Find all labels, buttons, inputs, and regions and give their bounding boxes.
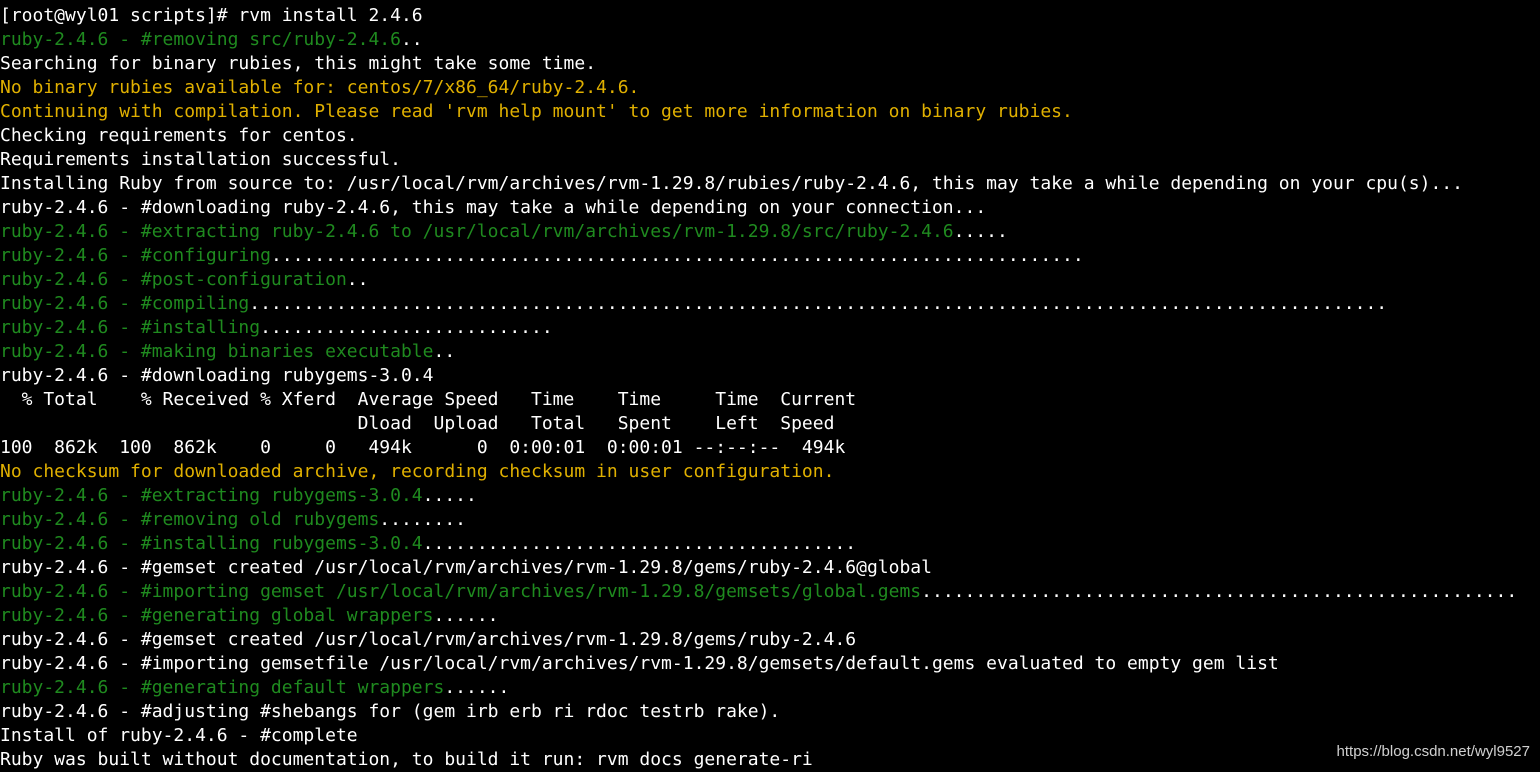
terminal-text-segment: Dload Upload Total Spent Left Speed <box>0 413 835 434</box>
terminal-text-segment: ...... <box>444 677 510 698</box>
terminal-line: ruby-2.4.6 - #making binaries executable… <box>0 340 1540 364</box>
terminal-text-segment: ruby-2.4.6 - #downloading rubygems-3.0.4 <box>0 365 434 386</box>
terminal-line: No checksum for downloaded archive, reco… <box>0 460 1540 484</box>
terminal-line: ruby-2.4.6 - #adjusting #shebangs for (g… <box>0 700 1540 724</box>
terminal-text-segment: ruby-2.4.6 - #extracting rubygems-3.0.4 <box>0 485 423 506</box>
terminal-text-segment: .. <box>346 269 369 290</box>
terminal-text-segment: ruby-2.4.6 - #post-configuration <box>0 269 347 290</box>
terminal-text-segment: Installing Ruby from source to: /usr/loc… <box>0 173 1463 194</box>
terminal-line: % Total % Received % Xferd Average Speed… <box>0 388 1540 412</box>
terminal-line: 100 862k 100 862k 0 0 494k 0 0:00:01 0:0… <box>0 436 1540 460</box>
terminal-line: No binary rubies available for: centos/7… <box>0 76 1540 100</box>
terminal-text-segment: ........ <box>379 509 466 530</box>
terminal-text-segment: ..... <box>422 485 477 506</box>
terminal-line: ruby-2.4.6 - #generating default wrapper… <box>0 676 1540 700</box>
terminal-text-segment: ruby-2.4.6 - #installing <box>0 317 261 338</box>
terminal-text-segment: [root@wyl01 scripts]# rvm install 2.4.6 <box>0 5 423 26</box>
terminal-line: Checking requirements for centos. <box>0 124 1540 148</box>
terminal-line: ruby-2.4.6 - #removing old rubygems.....… <box>0 508 1540 532</box>
terminal-line: ruby-2.4.6 - #importing gemset /usr/loca… <box>0 580 1540 604</box>
terminal-text-segment: ruby-2.4.6 - #extracting ruby-2.4.6 to /… <box>0 221 954 242</box>
terminal-text-segment: ...... <box>433 605 499 626</box>
terminal-text-segment: % Total % Received % Xferd Average Speed… <box>0 389 857 410</box>
terminal-text-segment: ruby-2.4.6 - #compiling <box>0 293 250 314</box>
terminal-text-segment: Searching for binary rubies, this might … <box>0 53 597 74</box>
terminal-line: Continuing with compilation. Please read… <box>0 100 1540 124</box>
terminal-line: ruby-2.4.6 - #post-configuration.. <box>0 268 1540 292</box>
terminal-text-segment: ruby-2.4.6 - #configuring <box>0 245 271 266</box>
terminal-line: Requirements installation successful. <box>0 148 1540 172</box>
terminal-text-segment: ........................................… <box>249 293 1388 314</box>
terminal-text-segment: Checking requirements for centos. <box>0 125 358 146</box>
terminal-text-segment: No binary rubies available for: centos/7… <box>0 77 640 98</box>
terminal-line: [root@wyl01 scripts]# rvm install 2.4.6 <box>0 4 1540 28</box>
watermark-text: https://blog.csdn.net/wyl9527 <box>1336 743 1530 760</box>
terminal-text-segment: Requirements installation successful. <box>0 149 401 170</box>
terminal-line: ruby-2.4.6 - #gemset created /usr/local/… <box>0 628 1540 652</box>
terminal-text-segment: ruby-2.4.6 - #removing src/ruby-2.4.6 <box>0 29 401 50</box>
terminal-text-segment: ..... <box>953 221 1008 242</box>
terminal-line: ruby-2.4.6 - #downloading ruby-2.4.6, th… <box>0 196 1540 220</box>
terminal-text-segment: ruby-2.4.6 - #installing rubygems-3.0.4 <box>0 533 423 554</box>
terminal-text-segment: ruby-2.4.6 - #gemset created /usr/local/… <box>0 557 932 578</box>
terminal-line: ruby-2.4.6 - #generating global wrappers… <box>0 604 1540 628</box>
terminal-text-segment: ........................................ <box>422 533 857 554</box>
terminal-text-segment: Continuing with compilation. Please read… <box>0 101 1073 122</box>
terminal-line: Installing Ruby from source to: /usr/loc… <box>0 172 1540 196</box>
terminal-text-segment: .. <box>400 29 423 50</box>
terminal-line: ruby-2.4.6 - #compiling.................… <box>0 292 1540 316</box>
terminal-text-segment: ruby-2.4.6 - #downloading ruby-2.4.6, th… <box>0 197 987 218</box>
terminal-line: ruby-2.4.6 - #importing gemsetfile /usr/… <box>0 652 1540 676</box>
terminal-line: ruby-2.4.6 - #gemset created /usr/local/… <box>0 556 1540 580</box>
terminal-line: Dload Upload Total Spent Left Speed <box>0 412 1540 436</box>
terminal-line: Ruby was built without documentation, to… <box>0 748 1540 772</box>
terminal-text-segment: ruby-2.4.6 - #generating default wrapper… <box>0 677 445 698</box>
terminal-line: Install of ruby-2.4.6 - #complete <box>0 724 1540 748</box>
terminal-text-segment: Install of ruby-2.4.6 - #complete <box>0 725 358 746</box>
terminal-line: ruby-2.4.6 - #extracting ruby-2.4.6 to /… <box>0 220 1540 244</box>
terminal-text-segment: ruby-2.4.6 - #adjusting #shebangs for (g… <box>0 701 781 722</box>
terminal-text-segment: ........................................… <box>921 581 1518 602</box>
terminal-line: ruby-2.4.6 - #installing rubygems-3.0.4.… <box>0 532 1540 556</box>
terminal-text-segment: Ruby was built without documentation, to… <box>0 749 813 770</box>
terminal-output[interactable]: [root@wyl01 scripts]# rvm install 2.4.6 r… <box>0 4 1540 772</box>
terminal-text-segment: No checksum for downloaded archive, reco… <box>0 461 835 482</box>
terminal-line: ruby-2.4.6 - #downloading rubygems-3.0.4 <box>0 364 1540 388</box>
terminal-text-segment: ruby-2.4.6 - #making binaries executable <box>0 341 434 362</box>
terminal-line: Searching for binary rubies, this might … <box>0 52 1540 76</box>
terminal-text-segment: .. <box>433 341 456 362</box>
terminal-line: ruby-2.4.6 - #removing src/ruby-2.4.6.. <box>0 28 1540 52</box>
terminal-text-segment: ruby-2.4.6 - #importing gemsetfile /usr/… <box>0 653 1279 674</box>
terminal-text-segment: ruby-2.4.6 - #importing gemset /usr/loca… <box>0 581 922 602</box>
terminal-line: ruby-2.4.6 - #extracting rubygems-3.0.4.… <box>0 484 1540 508</box>
terminal-text-segment: ruby-2.4.6 - #generating global wrappers <box>0 605 434 626</box>
terminal-text-segment: ........................................… <box>270 245 1084 266</box>
terminal-text-segment: ........................... <box>260 317 553 338</box>
terminal-text-segment: ruby-2.4.6 - #removing old rubygems <box>0 509 380 530</box>
terminal-line: ruby-2.4.6 - #configuring...............… <box>0 244 1540 268</box>
terminal-line: ruby-2.4.6 - #installing................… <box>0 316 1540 340</box>
terminal-text-segment: 100 862k 100 862k 0 0 494k 0 0:00:01 0:0… <box>0 437 846 458</box>
terminal-text-segment: ruby-2.4.6 - #gemset created /usr/local/… <box>0 629 857 650</box>
